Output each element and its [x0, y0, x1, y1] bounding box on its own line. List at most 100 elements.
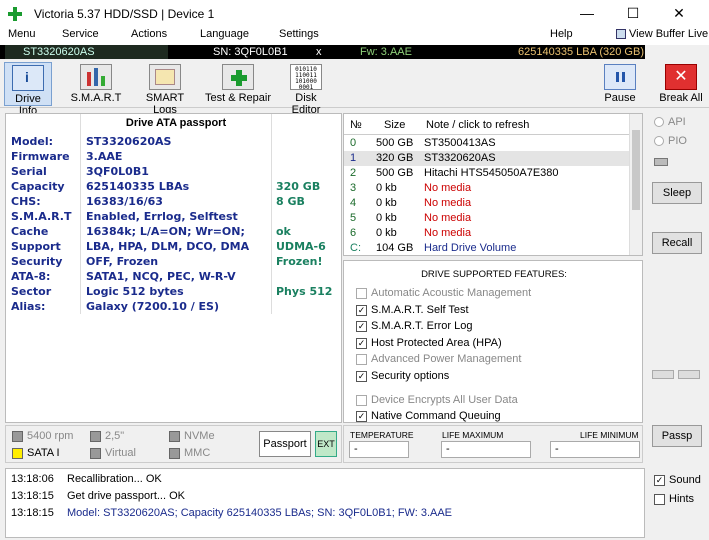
info-firmware: Fw: 3.AAE	[360, 46, 412, 58]
menu-language[interactable]: Language	[200, 28, 249, 40]
pause-label: Pause	[604, 92, 636, 104]
drive-info-button[interactable]: i Drive Info	[4, 62, 52, 117]
life-max-field: -	[441, 441, 531, 458]
mmc-box	[169, 447, 180, 459]
passport-row: CHS: 16383/16/63 8 GB	[6, 194, 343, 209]
drive-note: Hard Drive Volume	[424, 242, 517, 254]
feature-checkbox[interactable]: ✓ Security options	[356, 370, 449, 382]
feature-check-box	[356, 287, 367, 299]
drive-row[interactable]: 0 500 GB ST3500413AS	[344, 136, 629, 151]
minimize-button[interactable]: —	[564, 0, 610, 27]
mmc-label: MMC	[184, 447, 211, 459]
col-number: №	[350, 119, 362, 131]
hints-check-box	[654, 493, 665, 505]
feature-checkbox[interactable]: Automatic Acoustic Management	[356, 287, 531, 299]
feature-checkbox[interactable]: Advanced Power Management	[356, 353, 521, 365]
info-serial: SN: 3QF0L0B1	[213, 46, 288, 58]
drive-row[interactable]: C: 104 GB Hard Drive Volume	[344, 241, 629, 256]
passport-label: S.M.A.R.T	[11, 210, 72, 223]
feature-check-box: ✓	[356, 320, 367, 332]
size-indicator: 2,5"	[90, 430, 124, 442]
sound-checkbox[interactable]: ✓ Sound	[654, 474, 701, 486]
ext-button[interactable]: EXT	[315, 431, 337, 457]
rpm-indicator: 5400 rpm	[12, 430, 73, 442]
break-x-icon: ✕	[665, 64, 697, 90]
api-radio[interactable]: API	[654, 116, 686, 128]
menu-actions[interactable]: Actions	[131, 28, 167, 40]
mini-button-left[interactable]	[652, 370, 674, 379]
feature-checkbox[interactable]: ✓ Host Protected Area (HPA)	[356, 337, 502, 349]
menu-service[interactable]: Service	[62, 28, 99, 40]
drive-row[interactable]: 2 500 GB Hitachi HTS545050A7E380	[344, 166, 629, 181]
passport-extra: ok	[276, 225, 291, 238]
drive-list-scrollbar[interactable]	[629, 114, 642, 255]
size-box	[90, 430, 101, 442]
test-repair-button[interactable]: Test & Repair	[204, 64, 272, 104]
passport-row: Serial 3QF0L0B1	[6, 164, 343, 179]
hints-checkbox[interactable]: Hints	[654, 493, 694, 505]
indicator-led	[654, 158, 668, 166]
log-time: 13:18:06	[11, 473, 54, 485]
feature-checkbox[interactable]: Device Encrypts All User Data	[356, 394, 518, 406]
log-row: 13:18:06 Recallibration... OK	[6, 471, 646, 488]
menu-bar: Menu Service Actions Language Settings H…	[0, 27, 709, 45]
drive-note: ST3320620AS	[424, 152, 496, 164]
maximize-button[interactable]: ☐	[610, 0, 656, 27]
log-panel[interactable]: 13:18:06 Recallibration... OK 13:18:15 Get …	[5, 468, 645, 538]
drive-row[interactable]: 4 0 kb No media	[344, 196, 629, 211]
menu-settings[interactable]: Settings	[279, 28, 319, 40]
passport-row: Alias: Galaxy (7200.10 / ES)	[6, 299, 343, 314]
menu-menu[interactable]: Menu	[8, 28, 36, 40]
feature-checkbox[interactable]: ✓ S.M.A.R.T. Error Log	[356, 320, 472, 332]
close-button[interactable]: ✕	[656, 0, 702, 27]
life-min-field: -	[550, 441, 640, 458]
info-lba: 625140335 LBA (320 GB)	[518, 46, 644, 58]
col-note[interactable]: Note / click to refresh	[426, 118, 529, 133]
passport-label: Support	[11, 240, 61, 253]
drive-number: 5	[350, 212, 357, 224]
passport-row: Cache 16384k; L/A=ON; Wr=ON; ok	[6, 224, 343, 239]
passport-extra: 320 GB	[276, 180, 321, 193]
sleep-button[interactable]: Sleep	[652, 182, 702, 204]
break-all-button[interactable]: ✕ Break All	[658, 64, 704, 104]
drive-row[interactable]: 6 0 kb No media	[344, 226, 629, 241]
passp-button[interactable]: Passp	[652, 425, 702, 447]
drive-note: No media	[424, 227, 472, 239]
feature-label: S.M.A.R.T. Error Log	[371, 320, 473, 332]
pause-button[interactable]: Pause	[600, 64, 640, 104]
pio-radio[interactable]: PIO	[654, 135, 687, 147]
recall-button[interactable]: Recall	[652, 232, 702, 254]
toolbar: i Drive Info S.M.A.R.T SMART Logs Test &…	[0, 60, 709, 117]
disk-editor-button[interactable]: 010110 110011 101000 0001 Disk Editor	[280, 64, 332, 116]
right-control-panel: API PIO Sleep Recall Passp	[648, 108, 706, 458]
passport-label: Security	[11, 255, 63, 268]
drive-row[interactable]: 5 0 kb No media	[344, 211, 629, 226]
drive-row[interactable]: 1 320 GB ST3320620AS	[344, 151, 629, 166]
mini-button-right[interactable]	[678, 370, 700, 379]
drive-number: 4	[350, 197, 357, 209]
drive-note: No media	[424, 182, 472, 194]
binary-icon: 010110 110011 101000 0001	[290, 64, 322, 91]
smart-button[interactable]: S.M.A.R.T	[69, 64, 123, 104]
api-label: API	[668, 116, 686, 128]
smart-logs-button[interactable]: SMART Logs	[135, 64, 195, 116]
smart-label: S.M.A.R.T	[70, 92, 122, 104]
sata-label: SATA I	[27, 447, 60, 459]
info-close-x[interactable]: x	[316, 45, 322, 59]
log-message: Model: ST3320620AS; Capacity 625140335 L…	[67, 507, 453, 519]
view-buffer-live[interactable]: View Buffer Live	[616, 28, 708, 40]
temperature-label: TEMPERATURE	[350, 430, 414, 440]
title-bar: Victoria 5.37 HDD/SSD | Device 1 — ☐ ✕	[0, 0, 709, 27]
temperature-field: -	[349, 441, 409, 458]
passport-label: CHS:	[11, 195, 41, 208]
passport-value: 16384k; L/A=ON; Wr=ON;	[86, 225, 245, 238]
feature-checkbox[interactable]: ✓ S.M.A.R.T. Self Test	[356, 304, 469, 316]
scroll-thumb[interactable]	[632, 130, 640, 210]
features-header: DRIVE SUPPORTED FEATURES:	[421, 269, 567, 280]
passport-button[interactable]: Passport	[259, 431, 311, 457]
app-cross-icon	[8, 6, 22, 21]
feature-checkbox[interactable]: ✓ Native Command Queuing	[356, 410, 501, 422]
nvme-box	[169, 430, 180, 442]
menu-help[interactable]: Help	[550, 28, 573, 40]
drive-row[interactable]: 3 0 kb No media	[344, 181, 629, 196]
